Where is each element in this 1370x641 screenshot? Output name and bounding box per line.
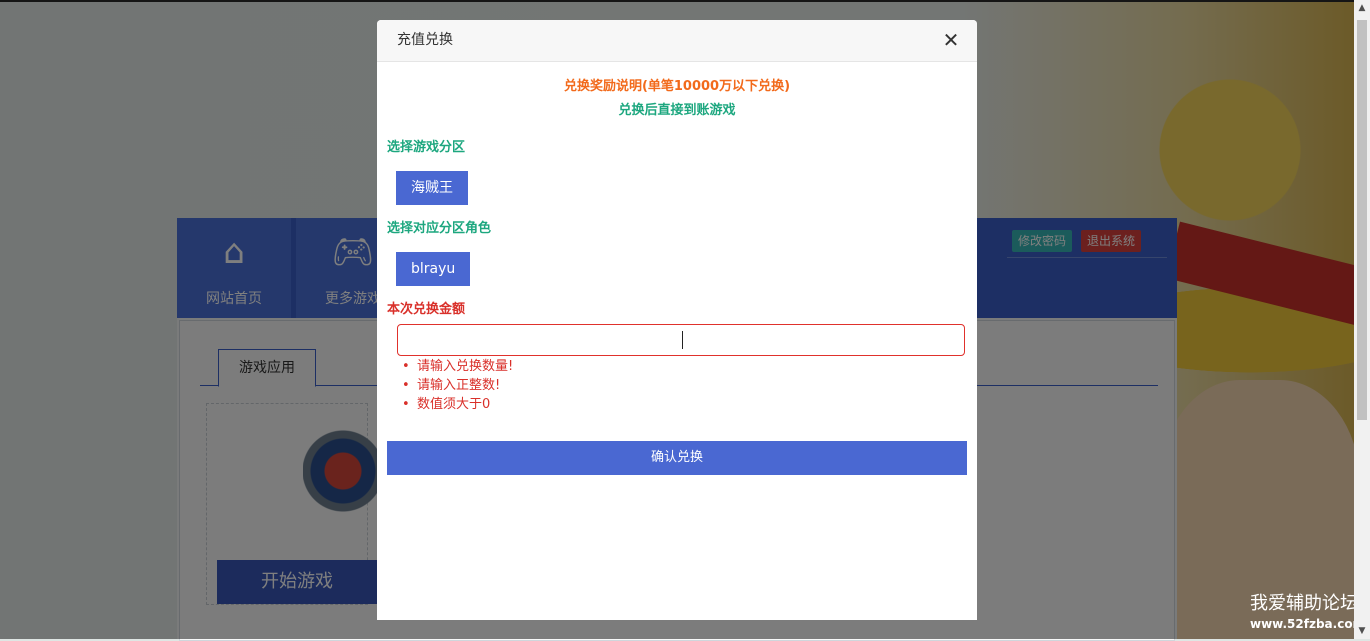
exchange-notice-sub: 兑换后直接到账游戏 <box>618 103 736 118</box>
watermark-url: www.52fzba.com <box>1250 617 1354 631</box>
role-select-button[interactable]: blrayu <box>396 252 471 286</box>
exchange-notice: 兑换奖励说明(单笔10000万以下兑换) <box>563 79 791 94</box>
error-message: 请输入正整数! <box>401 376 513 395</box>
page-scrollbar[interactable]: ▲ ▼ <box>1354 0 1370 639</box>
zone-select-button[interactable]: 海贼王 <box>396 171 468 205</box>
role-label: 选择对应分区角色 <box>387 221 492 236</box>
error-message: 请输入兑换数量! <box>401 357 513 376</box>
scroll-up-icon[interactable]: ▲ <box>1357 3 1367 13</box>
validation-errors: 请输入兑换数量! 请输入正整数! 数值须大于0 <box>401 357 513 414</box>
text-caret <box>682 331 683 349</box>
scroll-down-icon[interactable]: ▼ <box>1357 626 1367 636</box>
confirm-exchange-button[interactable]: 确认兑换 <box>387 441 967 475</box>
close-icon[interactable]: ✕ <box>941 30 961 50</box>
watermark: 我爱辅助论坛 www.52fzba.com <box>1250 592 1354 632</box>
modal-title: 充值兑换 <box>397 32 453 48</box>
recharge-modal: 充值兑换 ✕ 兑换奖励说明(单笔10000万以下兑换) 兑换后直接到账游戏 选择… <box>377 20 977 620</box>
modal-header: 充值兑换 ✕ <box>377 20 977 62</box>
scrollbar-thumb[interactable] <box>1357 20 1367 420</box>
watermark-title: 我爱辅助论坛 <box>1250 593 1354 614</box>
amount-label: 本次兑换金额 <box>387 302 466 317</box>
amount-input[interactable] <box>397 324 965 356</box>
error-message: 数值须大于0 <box>401 395 513 414</box>
zone-label: 选择游戏分区 <box>387 140 466 155</box>
